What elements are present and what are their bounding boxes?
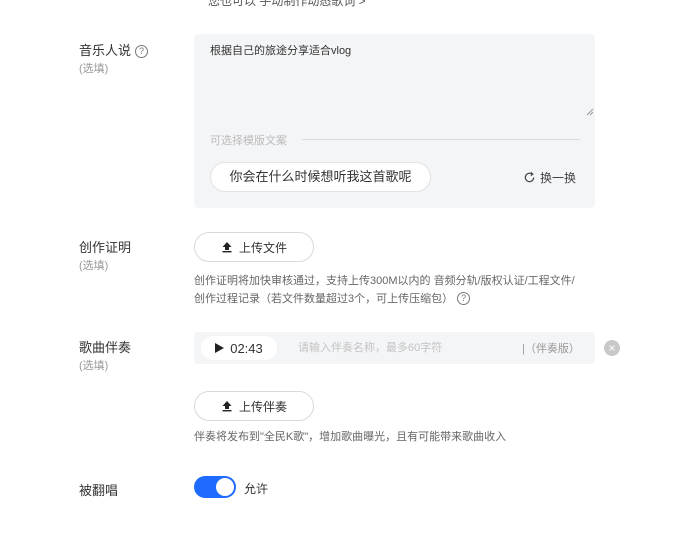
upload-icon [222,401,232,412]
accompaniment-description: 伴奏将发布到"全民K歌"，增加歌曲曝光，且有可能带来歌曲收入 [194,431,507,443]
cover-toggle-label: 允许 [244,482,269,496]
cover-toggle[interactable] [194,476,236,498]
proof-optional: (选填) [79,260,109,272]
accompaniment-name-input[interactable] [298,339,508,357]
template-divider [302,139,580,140]
refresh-icon [524,172,535,183]
proof-label: 创作证明 [79,240,132,255]
proof-desc-line1: 创作证明将加快审核通过，支持上传300M以内的 音频分轨/版权认证/工程文件/ [194,275,575,287]
cover-label: 被翻唱 [79,483,119,498]
music-says-label-text: 音乐人说 [79,43,132,58]
template-label: 可选择模版文案 [210,135,287,147]
music-says-label: 音乐人说? [79,40,149,59]
upload-accompaniment-button[interactable]: 上传伴奏 [194,391,314,421]
upload-icon [222,242,232,253]
refresh-button[interactable]: 换一换 [523,169,576,186]
upload-file-label: 上传文件 [238,240,287,255]
accompaniment-optional: (选填) [79,360,109,372]
proof-description: 创作证明将加快审核通过，支持上传300M以内的 音频分轨/版权认证/工程文件/ … [194,272,575,308]
play-button[interactable]: 02:43 [201,336,277,360]
music-says-optional: (选填) [79,63,109,75]
refresh-label: 换一换 [540,171,577,185]
accompaniment-label: 歌曲伴奏 [79,340,132,355]
upload-accompaniment-label: 上传伴奏 [238,399,287,414]
manual-lyrics-hint[interactable]: 您也可以 手动制作动态歌词 > [208,0,366,9]
toggle-knob [216,478,234,496]
resize-handle-icon[interactable] [586,108,594,116]
upload-file-button[interactable]: 上传文件 [194,232,314,262]
proof-desc-line2-text: 创作过程记录（若文件数量超过3个，可上传压缩包） [194,293,454,305]
music-says-textarea[interactable]: 根据自己的旅途分享适合vlog [210,42,351,58]
accompaniment-version-tag: |（伴奏版） [522,343,580,355]
template-option[interactable]: 你会在什么时候想听我这首歌呢 [210,162,431,192]
clear-icon[interactable]: × [604,340,620,356]
question-circle-icon[interactable]: ? [135,45,149,58]
play-icon [215,343,225,353]
accompaniment-duration: 02:43 [230,340,263,356]
question-circle-icon[interactable]: ? [457,292,471,305]
proof-desc-line2: 创作过程记录（若文件数量超过3个，可上传压缩包）? [194,290,575,308]
